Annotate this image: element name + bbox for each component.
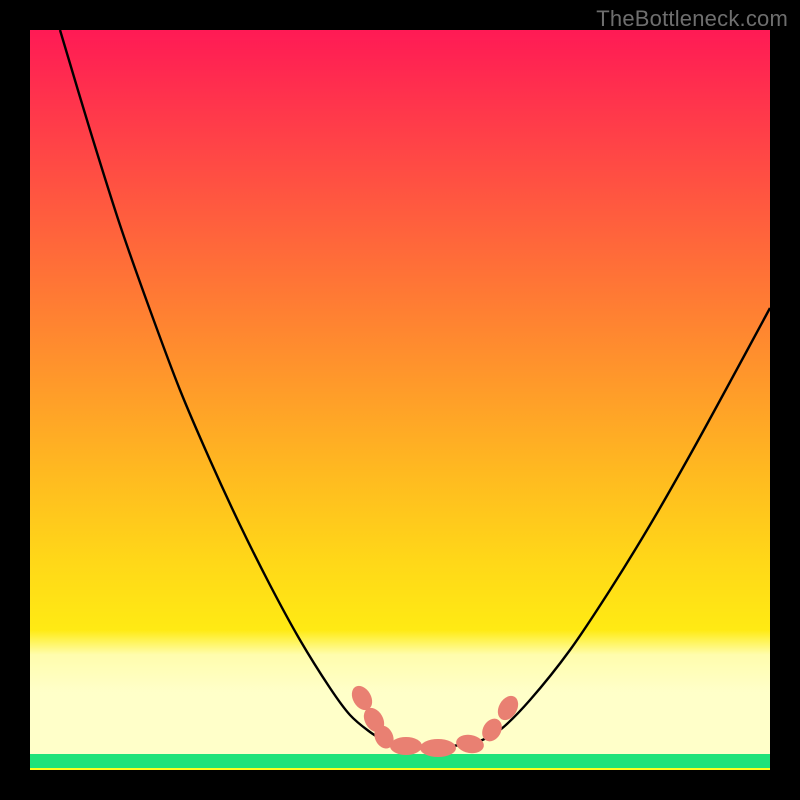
curve-markers [348, 682, 523, 757]
curve-marker [455, 733, 486, 756]
curve-marker [420, 739, 456, 757]
bottleneck-curve [60, 30, 770, 747]
curve-marker [390, 737, 422, 755]
chart-svg [30, 30, 770, 770]
chart-frame: TheBottleneck.com [0, 0, 800, 800]
watermark-text: TheBottleneck.com [596, 6, 788, 32]
curve-marker [494, 692, 523, 724]
